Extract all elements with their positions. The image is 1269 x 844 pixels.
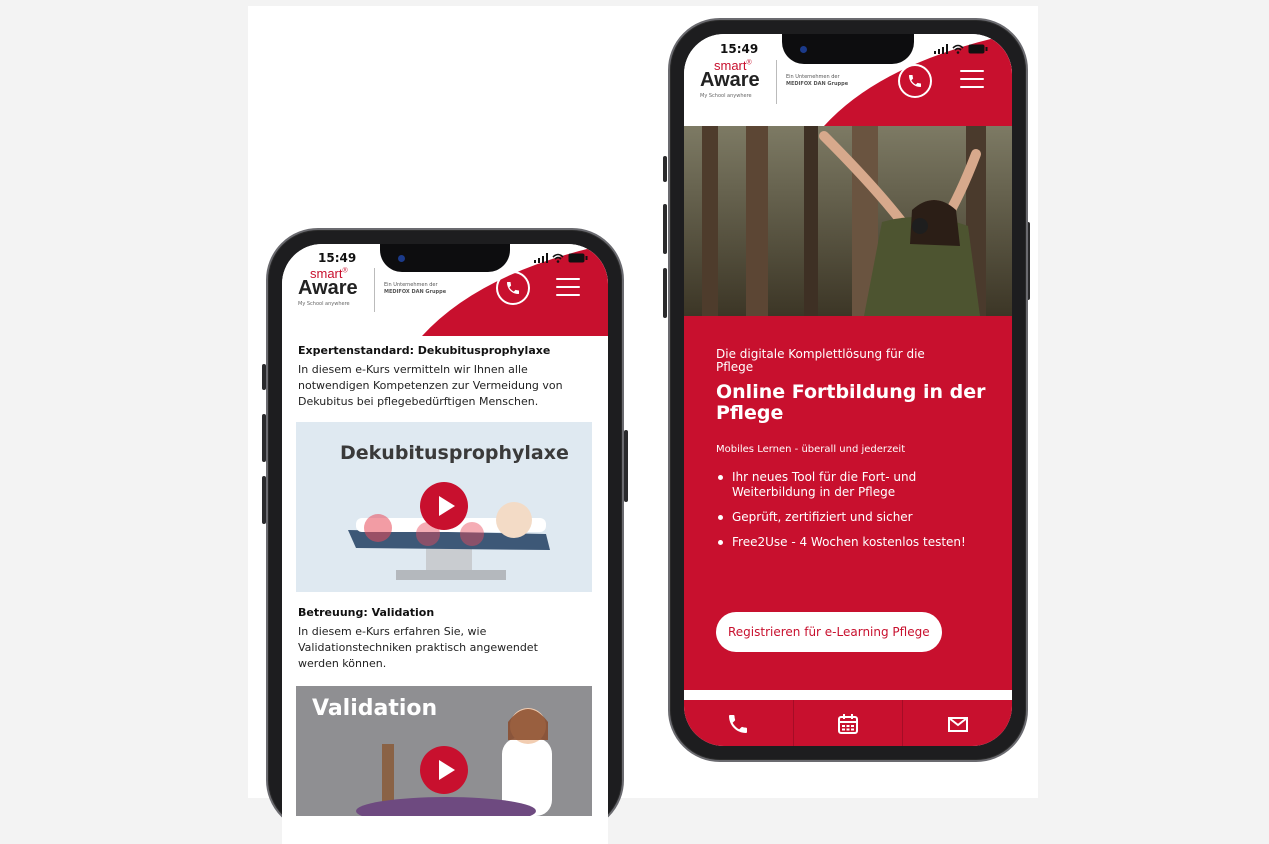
call-button[interactable] — [898, 64, 932, 98]
company-line-2: MEDIFOX DAN Gruppe — [786, 81, 849, 87]
left-phone-screen: 15:49 smart® Aware My School anywhere Ei… — [282, 244, 608, 844]
phone-power-button — [624, 430, 628, 502]
phone-notch — [380, 244, 510, 272]
status-time: 15:49 — [720, 42, 759, 56]
feature-item: Free2Use - 4 Wochen kostenlos testen! — [716, 535, 966, 550]
play-icon — [438, 760, 455, 780]
signal-icon — [534, 253, 548, 263]
menu-icon[interactable] — [960, 70, 984, 88]
right-phone-screen: 15:49 smart® Aware My School anywhere Ei… — [684, 34, 1012, 746]
logo-aware-text: Aware — [700, 69, 760, 91]
course-thumbnail[interactable]: Validation — [296, 686, 592, 816]
right-phone: 15:49 smart® Aware My School anywhere Ei… — [668, 18, 1028, 762]
play-icon — [438, 496, 455, 516]
left-phone: 15:49 smart® Aware My School anywhere Ei… — [266, 228, 624, 844]
bottom-nav-calendar[interactable] — [794, 700, 904, 746]
hero-tagline: Mobiles Lernen - überall und jederzeit — [716, 444, 906, 455]
status-icons — [934, 44, 988, 54]
mail-icon — [947, 717, 968, 732]
logo-aware-text: Aware — [298, 277, 358, 299]
company-line-1: Ein Unternehmen der — [786, 74, 840, 80]
course-thumbnail[interactable]: Dekubitusprophylaxe — [296, 422, 592, 592]
logo-tagline: My School anywhere — [298, 301, 350, 307]
company-line: Ein Unternehmen der MEDIFOX DAN Gruppe — [786, 74, 856, 88]
phone-mute-button — [663, 156, 667, 182]
battery-icon — [568, 253, 588, 263]
play-button[interactable] — [420, 746, 468, 794]
play-button[interactable] — [420, 482, 468, 530]
bottom-nav — [684, 700, 1012, 746]
hero-content-panel: Die digitale Komplettlösung für die Pfle… — [684, 316, 1012, 690]
phone-volume-down-button — [663, 268, 667, 318]
wifi-icon — [552, 253, 564, 263]
battery-icon — [968, 44, 988, 54]
hero-subtitle: Die digitale Komplettlösung für die Pfle… — [716, 347, 925, 374]
nav-separator — [684, 690, 1012, 700]
logo-divider — [776, 60, 777, 104]
feature-list: Ihr neues Tool für die Fort- und Weiterb… — [716, 470, 966, 560]
course-title[interactable]: Expertenstandard: Dekubitusprophylaxe — [298, 344, 550, 357]
logo-tagline: My School anywhere — [700, 93, 752, 99]
company-line: Ein Unternehmen der MEDIFOX DAN Gruppe — [384, 282, 454, 296]
course-description: In diesem e-Kurs vermitteln wir Ihnen al… — [298, 363, 563, 408]
phone-icon — [507, 282, 519, 294]
status-time: 15:49 — [318, 251, 357, 265]
course-title[interactable]: Betreuung: Validation — [298, 606, 434, 619]
phone-icon — [909, 75, 921, 87]
feature-item: Geprüft, zertifiziert und sicher — [716, 510, 966, 525]
logo-divider — [374, 268, 375, 312]
bottom-nav-mail[interactable] — [903, 700, 1012, 746]
call-button[interactable] — [496, 271, 530, 305]
company-line-1: Ein Unternehmen der — [384, 282, 438, 288]
camera-dot — [800, 46, 807, 53]
phone-volume-up-button — [663, 204, 667, 254]
hero-image — [684, 126, 1012, 316]
forest-woman-illustration — [684, 126, 1012, 316]
calendar-icon — [838, 714, 858, 734]
course-description: In diesem e-Kurs erfahren Sie, wie Valid… — [298, 625, 538, 670]
phone-notch — [782, 34, 914, 64]
hero-title: Online Fortbildung in der Pflege — [716, 381, 986, 424]
camera-dot — [398, 255, 405, 262]
feature-item: Ihr neues Tool für die Fort- und Weiterb… — [716, 470, 966, 500]
signal-icon — [934, 44, 948, 54]
menu-icon[interactable] — [556, 278, 580, 296]
company-line-2: MEDIFOX DAN Gruppe — [384, 289, 447, 295]
register-button[interactable]: Registrieren für e-Learning Pflege — [716, 612, 942, 652]
wifi-icon — [952, 44, 964, 54]
phone-icon — [729, 715, 748, 733]
status-icons — [534, 253, 588, 263]
bottom-nav-phone[interactable] — [684, 700, 794, 746]
